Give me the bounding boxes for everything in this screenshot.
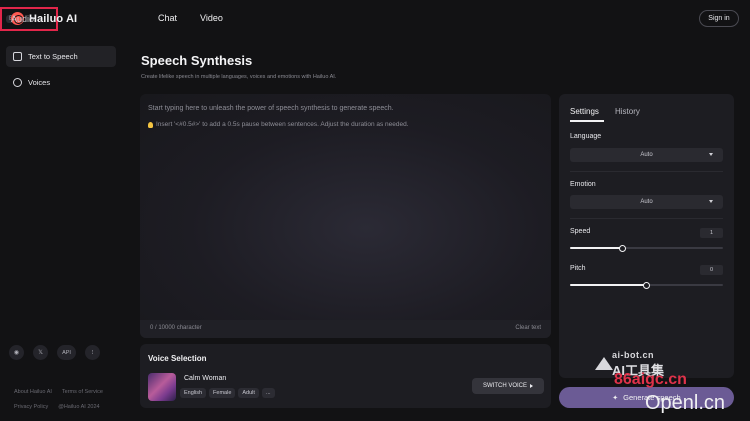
pitch-slider[interactable] [570,281,723,289]
play-triangle-icon [530,384,533,388]
tab-history[interactable]: History [615,107,640,116]
editor-tip: Insert '<#0.5#>' to add a 0.5s pause bet… [148,121,409,128]
chevron-down-icon [709,200,713,203]
lightbulb-icon [148,121,153,128]
voice-selection-panel: Voice Selection Calm Woman English Femal… [140,344,551,408]
settings-panel: Settings History Language Auto Emotion A… [559,94,734,378]
top-nav: Hailuo AI Audio Beta Chat Video Sign in [0,0,750,38]
brand-name: Hailuo AI [29,12,78,25]
active-tab-indicator [570,120,604,122]
page-subtitle: Create lifelike speech in multiple langu… [141,74,337,80]
generate-speech-label: Generate speech [623,393,681,402]
nav-audio-label: Audio [11,14,35,24]
editor-footer: 0 / 10000 character Clear text [140,320,551,338]
voice-tag-more[interactable]: ... [261,388,275,398]
pitch-slider-fill [570,284,647,286]
speed-label: Speed [570,228,591,235]
more-icon[interactable]: ⁝ [85,345,100,360]
nav-chat[interactable]: Chat [158,13,177,23]
clear-text-button[interactable]: Clear text [515,325,541,331]
speed-value-input[interactable]: 1 [700,228,723,238]
language-label: Language [570,133,602,140]
x-icon[interactable]: 𝕏 [33,345,48,360]
voice-tags: English Female Adult ... [180,388,275,398]
voice-name: Calm Woman [184,375,227,382]
chevron-down-icon [709,153,713,156]
page-title: Speech Synthesis [141,53,253,68]
nav-video[interactable]: Video [200,13,223,23]
watermark-logo-icon [595,357,613,370]
switch-voice-button[interactable]: SWITCH VOICE [472,378,544,394]
sidebar-item-voices[interactable]: Voices [6,72,116,93]
privacy-link[interactable]: Privacy Policy [14,400,48,415]
about-link[interactable]: About Hailuo AI [14,385,52,400]
emotion-label: Emotion [570,181,596,188]
voice-tag: Female [209,388,236,398]
voice-tag: English [180,388,207,398]
discord-icon[interactable]: ◉ [9,345,24,360]
api-link[interactable]: API [57,345,76,360]
editor-tip-text: Insert '<#0.5#>' to add a 0.5s pause bet… [156,121,409,128]
divider [570,171,723,172]
emotion-value: Auto [640,199,653,205]
divider [570,218,723,219]
social-links: ◉ 𝕏 API ⁝ [9,345,100,360]
voice-avatar [148,373,176,401]
speed-slider-handle[interactable] [618,244,626,252]
speed-slider-fill [570,247,623,249]
pitch-value-input[interactable]: 0 [700,265,723,275]
editor-placeholder: Start typing here to unleash the power o… [148,105,394,112]
generate-speech-button[interactable]: ✦ Generate speech [559,387,734,408]
sidebar-item-text-to-speech[interactable]: Text to Speech [6,46,116,67]
pitch-slider-handle[interactable] [643,281,650,289]
voice-selection-title: Voice Selection [148,354,207,363]
terms-link[interactable]: Terms of Service [62,385,103,400]
text-to-speech-icon [13,52,22,61]
sparkle-icon: ✦ [612,394,619,402]
voices-icon [13,78,22,87]
sidebar-item-label: Voices [28,78,51,87]
speed-slider[interactable] [570,244,723,252]
footer-links: About Hailuo AI Terms of Service Privacy… [14,385,103,415]
pitch-label: Pitch [570,265,586,272]
copyright-text: @Hailuo AI 2024 [58,404,100,410]
sidebar-item-label: Text to Speech [28,52,78,61]
app-window: Hailuo AI Audio Beta Chat Video Sign in … [0,0,750,421]
voice-tag: Adult [238,388,259,398]
sign-in-button[interactable]: Sign in [699,10,739,27]
tab-settings[interactable]: Settings [570,107,599,116]
text-editor[interactable]: Start typing here to unleash the power o… [140,94,551,338]
switch-voice-label: SWITCH VOICE [482,383,527,389]
language-select[interactable]: Auto [570,148,723,162]
language-value: Auto [640,152,653,158]
character-count: 0 / 10000 character [150,325,202,331]
emotion-select[interactable]: Auto [570,195,723,209]
